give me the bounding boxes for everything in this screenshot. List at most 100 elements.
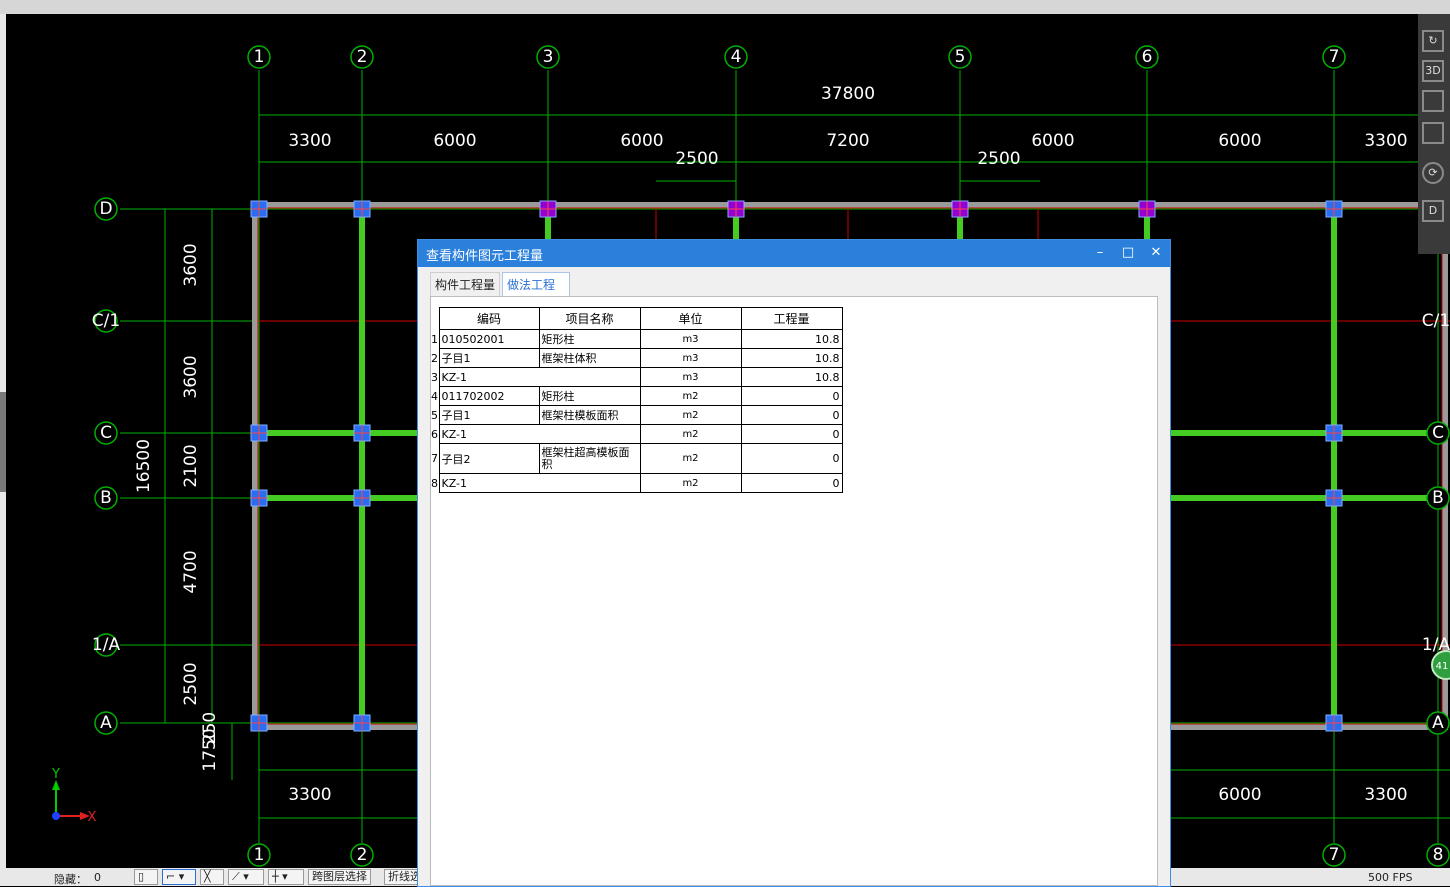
axis-bubble-top-7: 7 — [1329, 47, 1340, 67]
box-view-icon[interactable] — [1422, 122, 1444, 144]
cell-unit[interactable]: m2 — [639, 386, 742, 406]
ucs-y-label: Y — [51, 767, 60, 782]
close-button[interactable]: ✕ — [1142, 242, 1170, 264]
cell-code[interactable]: KZ-1 — [438, 473, 641, 493]
line-select-button[interactable]: ⟋ ▾ — [228, 869, 264, 885]
quantity-table-panel: 编码 项目名称 单位 工程量 1 010502001 矩形柱 m3 10.8 2… — [430, 296, 1158, 886]
display-settings-icon[interactable]: D — [1422, 200, 1444, 222]
table-header-row: 编码 项目名称 单位 工程量 — [431, 307, 843, 330]
cell-quantity[interactable]: 0 — [740, 443, 843, 474]
cell-code[interactable]: 011702002 — [438, 386, 540, 406]
maximize-button[interactable]: □ — [1114, 242, 1142, 264]
quantity-dialog: 查看构件图元工程量 – □ ✕ 构件工程量 做法工程量 编码 项目名称 单位 工… — [418, 240, 1170, 886]
layer-select-button[interactable]: 跨图层选择 — [308, 869, 371, 885]
cell-code[interactable]: 010502001 — [438, 329, 540, 349]
refresh-view-icon[interactable]: ⟳ — [1422, 162, 1444, 184]
right-view-toolbar: ↻ 3D ⟳ D — [1418, 14, 1450, 254]
cell-quantity[interactable]: 0 — [740, 386, 843, 406]
cell-code[interactable]: 子目1 — [438, 348, 540, 368]
axis-bubble-right: B — [1432, 488, 1444, 508]
col-header-code[interactable]: 编码 — [438, 307, 540, 330]
col-header-unit[interactable]: 单位 — [639, 307, 742, 330]
ucs-x-label: X — [88, 810, 97, 825]
cell-unit[interactable]: m3 — [639, 329, 742, 349]
cell-unit[interactable]: m2 — [639, 424, 742, 444]
dim-bottom: 3300 — [1364, 785, 1407, 805]
hide-label: 隐藏： — [54, 873, 87, 886]
dim-offset: 2500 — [675, 149, 718, 169]
dim-total-left: 16500 — [134, 439, 154, 493]
axis-bubble-left: C/1 — [92, 311, 120, 331]
cell-quantity[interactable]: 10.8 — [740, 348, 843, 368]
cell-name[interactable]: 框架柱体积 — [538, 348, 641, 368]
axis-bubble-right: C — [1432, 423, 1444, 443]
axis-bubble-top-6: 6 — [1142, 47, 1153, 67]
dialog-title-bar[interactable]: 查看构件图元工程量 – □ ✕ — [418, 240, 1170, 267]
dim-top: 6000 — [1031, 131, 1074, 151]
row-number: 3 — [431, 370, 438, 384]
cell-quantity[interactable]: 10.8 — [740, 329, 843, 349]
row-number: 1 — [431, 332, 438, 346]
dim-left: 2100 — [181, 444, 201, 487]
table-row[interactable]: 6 KZ-1 m2 0 — [431, 424, 843, 444]
select-mode-button[interactable]: ▯ — [134, 869, 158, 885]
quantity-table: 编码 项目名称 单位 工程量 1 010502001 矩形柱 m3 10.8 2… — [431, 307, 843, 493]
table-row[interactable]: 7 子目2 框架柱超高模板面积 m2 0 — [431, 443, 843, 474]
cell-quantity[interactable]: 0 — [740, 405, 843, 425]
dim-bottom: 6000 — [1218, 785, 1261, 805]
cell-quantity[interactable]: 10.8 — [740, 367, 843, 387]
dim-top: 6000 — [433, 131, 476, 151]
col-header-quantity[interactable]: 工程量 — [740, 307, 843, 330]
cell-code[interactable]: 子目2 — [438, 443, 540, 474]
rotate-view-icon[interactable]: ↻ — [1422, 30, 1444, 52]
cell-name[interactable]: 框架柱模板面积 — [538, 405, 641, 425]
cell-unit[interactable]: m3 — [639, 348, 742, 368]
tab-method-quantity[interactable]: 做法工程量 — [502, 272, 570, 316]
3d-view-icon[interactable]: 3D — [1422, 60, 1444, 82]
cell-name[interactable]: 框架柱超高模板面积 — [538, 443, 641, 474]
dim-left: 3600 — [181, 355, 201, 398]
axis-bubble-bottom-8: 8 — [1433, 845, 1444, 865]
dim-top: 7200 — [826, 131, 869, 151]
row-number: 7 — [431, 452, 438, 465]
point-select-button[interactable]: ⌐ ▾ — [162, 869, 196, 885]
axis-bubble-bottom-1: 1 — [254, 845, 265, 865]
cell-unit[interactable]: m3 — [639, 367, 742, 387]
cell-name[interactable]: 矩形柱 — [538, 386, 641, 406]
dim-top: 3300 — [1364, 131, 1407, 151]
table-row[interactable]: 8 KZ-1 m2 0 — [431, 473, 843, 493]
cell-unit[interactable]: m2 — [639, 405, 742, 425]
dim-left: 4700 — [181, 550, 201, 593]
cell-name[interactable]: 矩形柱 — [538, 329, 641, 349]
cube-view-icon[interactable] — [1422, 90, 1444, 112]
minimize-button[interactable]: – — [1086, 242, 1114, 264]
dim-left-extra: 250 — [200, 712, 220, 744]
cell-quantity[interactable]: 0 — [740, 473, 843, 493]
cell-code[interactable]: KZ-1 — [438, 367, 641, 387]
axis-bubble-top-5: 5 — [955, 47, 966, 67]
cross-select-button[interactable]: ╳ — [200, 869, 224, 885]
axis-bubble-right: A — [1432, 713, 1444, 733]
snap-select-button[interactable]: ┼ ▾ — [268, 869, 304, 885]
row-number: 5 — [431, 408, 438, 422]
dim-total-top: 37800 — [821, 84, 875, 104]
table-row[interactable]: 4 011702002 矩形柱 m2 0 — [431, 386, 843, 406]
table-row[interactable]: 3 KZ-1 m3 10.8 — [431, 367, 843, 387]
table-row[interactable]: 5 子目1 框架柱模板面积 m2 0 — [431, 405, 843, 425]
axis-bubble-left: C — [100, 423, 112, 443]
tab-component-quantity[interactable]: 构件工程量 — [430, 272, 500, 296]
axis-bubble-top-1: 1 — [254, 47, 265, 67]
axis-bubble-left: 1/A — [92, 635, 121, 655]
cell-code[interactable]: 子目1 — [438, 405, 540, 425]
axis-bubble-top-4: 4 — [731, 47, 742, 67]
cell-unit[interactable]: m2 — [639, 473, 742, 493]
table-row[interactable]: 1 010502001 矩形柱 m3 10.8 — [431, 329, 843, 349]
dim-left: 3600 — [181, 243, 201, 286]
fps-readout: 500 FPS — [1368, 871, 1413, 884]
axis-bubble-bottom-2: 2 — [357, 845, 368, 865]
col-header-name[interactable]: 项目名称 — [538, 307, 641, 330]
cell-quantity[interactable]: 0 — [740, 424, 843, 444]
table-row[interactable]: 2 子目1 框架柱体积 m3 10.8 — [431, 348, 843, 368]
cell-unit[interactable]: m2 — [639, 443, 742, 474]
cell-code[interactable]: KZ-1 — [438, 424, 641, 444]
